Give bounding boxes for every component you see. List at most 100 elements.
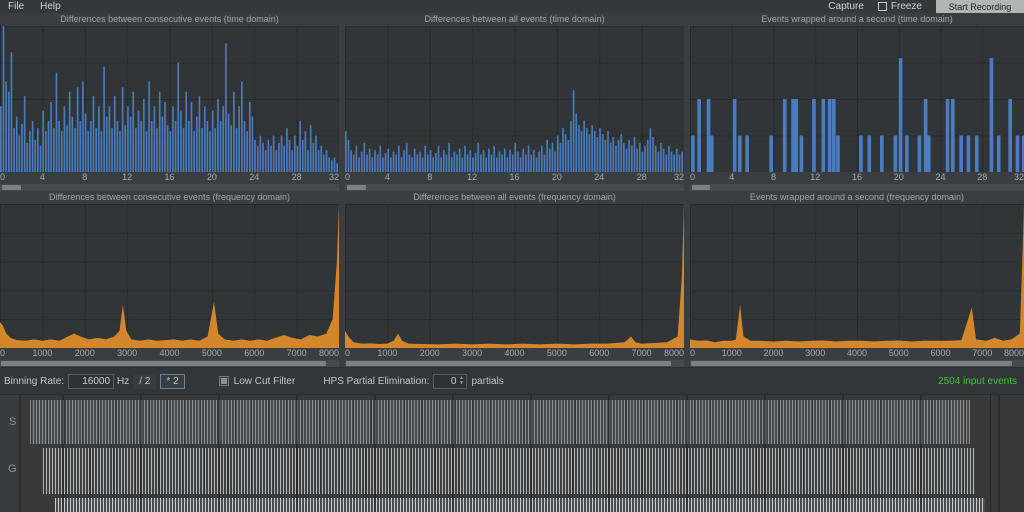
settings-bar: Binning Rate: 16000 Hz / 2 * 2 Low Cut F… bbox=[0, 367, 1024, 394]
axis-tick-label: 20 bbox=[552, 172, 562, 183]
axis-tick-label: 16 bbox=[509, 172, 519, 183]
chart-title: Events wrapped around a second (frequenc… bbox=[690, 191, 1024, 204]
chart-scrollbar[interactable] bbox=[345, 360, 684, 367]
menu-item-help[interactable]: Help bbox=[32, 1, 69, 12]
axis-tick-label: 4 bbox=[40, 172, 45, 183]
axis-tick-label: 7000 bbox=[972, 348, 992, 359]
axis-tick-label: 28 bbox=[292, 172, 302, 183]
low-cut-filter-toggle[interactable]: Low Cut Filter bbox=[219, 376, 296, 387]
chart-plot bbox=[345, 26, 684, 172]
axis-tick-label: 4000 bbox=[504, 348, 524, 359]
start-recording-button[interactable]: Start Recording bbox=[936, 0, 1024, 13]
axis-tick-label: 2000 bbox=[420, 348, 440, 359]
x-axis: 010002000300040005000600070008000 bbox=[0, 348, 339, 359]
chart-area-svg bbox=[345, 204, 684, 348]
strip-gutter bbox=[0, 395, 21, 512]
chart-area-svg bbox=[690, 204, 1024, 348]
hps-stepper[interactable]: ▲ ▼ bbox=[457, 375, 465, 388]
chart-plot bbox=[690, 204, 1024, 348]
axis-tick-label: 0 bbox=[345, 172, 350, 183]
axis-tick-label: 7000 bbox=[632, 348, 652, 359]
axis-tick-label: 24 bbox=[594, 172, 604, 183]
axis-tick-label: 1000 bbox=[377, 348, 397, 359]
capture-button[interactable]: Capture bbox=[828, 1, 864, 12]
axis-tick-label: 1000 bbox=[722, 348, 742, 359]
axis-tick-label: 20 bbox=[207, 172, 217, 183]
scrollbar-thumb[interactable] bbox=[347, 185, 366, 190]
chart-scrollbar[interactable] bbox=[345, 184, 684, 191]
axis-tick-label: 32 bbox=[674, 172, 684, 183]
axis-tick-label: 28 bbox=[977, 172, 987, 183]
axis-tick-label: 16 bbox=[164, 172, 174, 183]
axis-tick-label: 3000 bbox=[462, 348, 482, 359]
x-axis: 010002000300040005000600070008000 bbox=[690, 348, 1024, 359]
axis-tick-label: 4000 bbox=[159, 348, 179, 359]
scrollbar-thumb[interactable] bbox=[691, 361, 1012, 366]
binning-rate-input[interactable]: 16000 bbox=[68, 374, 114, 389]
scrollbar-thumb[interactable] bbox=[692, 185, 710, 190]
event-strip-g bbox=[43, 448, 975, 494]
low-cut-label: Low Cut Filter bbox=[234, 376, 296, 387]
freeze-toggle[interactable]: Freeze bbox=[878, 1, 922, 12]
axis-tick-label: 12 bbox=[122, 172, 132, 183]
scrollbar-thumb[interactable] bbox=[346, 361, 671, 366]
hps-label: HPS Partial Elimination: bbox=[323, 376, 429, 387]
axis-tick-label: 20 bbox=[894, 172, 904, 183]
axis-tick-label: 0 bbox=[345, 348, 350, 359]
scrollbar-thumb[interactable] bbox=[2, 185, 21, 190]
x-axis: 048121620242832 bbox=[690, 172, 1024, 183]
axis-tick-label: 5000 bbox=[547, 348, 567, 359]
charts-grid: Differences between consecutive events (… bbox=[0, 13, 1024, 367]
axis-tick-label: 0 bbox=[690, 348, 695, 359]
toolbar-right: Capture Freeze Start Recording bbox=[828, 0, 1024, 13]
chart-scrollbar[interactable] bbox=[0, 360, 339, 367]
chart-panel-wrapped-time: Events wrapped around a second (time dom… bbox=[690, 13, 1024, 191]
axis-tick-label: 24 bbox=[249, 172, 259, 183]
axis-tick-label: 8 bbox=[427, 172, 432, 183]
axis-tick-label: 4000 bbox=[847, 348, 867, 359]
chart-plot bbox=[0, 26, 339, 172]
axis-tick-label: 3000 bbox=[805, 348, 825, 359]
hps-input[interactable]: 0 ▲ ▼ bbox=[433, 374, 467, 389]
axis-tick-label: 8000 bbox=[319, 348, 339, 359]
axis-tick-label: 8 bbox=[82, 172, 87, 183]
scrollbar-thumb[interactable] bbox=[1, 361, 326, 366]
chart-title: Differences between consecutive events (… bbox=[0, 13, 339, 26]
axis-tick-label: 8000 bbox=[1004, 348, 1024, 359]
axis-tick-label: 2000 bbox=[763, 348, 783, 359]
chart-plot bbox=[345, 204, 684, 348]
axis-tick-label: 4 bbox=[729, 172, 734, 183]
axis-tick-label: 6000 bbox=[244, 348, 264, 359]
event-strips-section: S G bbox=[0, 394, 1024, 512]
double-rate-button[interactable]: * 2 bbox=[160, 374, 184, 389]
chart-title: Differences between all events (frequenc… bbox=[345, 191, 684, 204]
hps-unit-label: partials bbox=[471, 376, 503, 387]
chart-title: Events wrapped around a second (time dom… bbox=[690, 13, 1024, 26]
chart-plot bbox=[0, 204, 339, 348]
binning-rate-label: Binning Rate: bbox=[4, 376, 64, 387]
rate-unit-label: Hz bbox=[117, 376, 129, 387]
axis-tick-label: 6000 bbox=[589, 348, 609, 359]
chart-scrollbar[interactable] bbox=[690, 184, 1024, 191]
x-axis: 0 1000 2000 3000 4000 5000 6000 7000 8000 bbox=[345, 348, 684, 359]
chart-plot bbox=[690, 26, 1024, 172]
halve-rate-button[interactable]: / 2 bbox=[133, 374, 156, 389]
input-events-count: 2504 input events bbox=[938, 376, 1020, 387]
chart-area-svg bbox=[0, 204, 339, 348]
axis-tick-label: 0 bbox=[0, 172, 5, 183]
chart-scrollbar[interactable] bbox=[0, 184, 339, 191]
axis-tick-label: 32 bbox=[329, 172, 339, 183]
axis-tick-label: 28 bbox=[637, 172, 647, 183]
freeze-checkbox[interactable] bbox=[878, 2, 887, 11]
axis-tick-label: 16 bbox=[852, 172, 862, 183]
menu-item-file[interactable]: File bbox=[0, 1, 32, 12]
low-cut-checkbox[interactable] bbox=[219, 376, 229, 386]
spinner-down-icon[interactable]: ▼ bbox=[457, 381, 465, 386]
axis-tick-label: 1000 bbox=[32, 348, 52, 359]
chart-bars-svg bbox=[0, 26, 339, 172]
chart-scrollbar[interactable] bbox=[690, 360, 1024, 367]
axis-tick-label: 8000 bbox=[664, 348, 684, 359]
chart-panel-consecutive-frequency: Differences between consecutive events (… bbox=[0, 191, 339, 367]
menu-bar: File Help Capture Freeze Start Recording bbox=[0, 0, 1024, 13]
chart-bars-svg bbox=[345, 26, 684, 172]
